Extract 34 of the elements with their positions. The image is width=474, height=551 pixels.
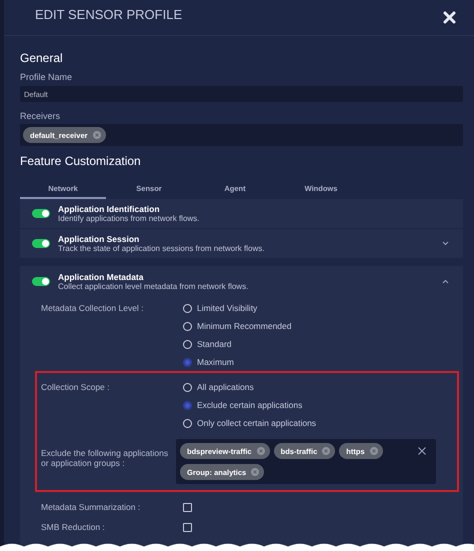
field-label: Receivers [20, 111, 62, 122]
radio-option[interactable]: Limited Visibility [183, 299, 292, 317]
chevron-icon[interactable] [442, 279, 449, 284]
setting-label: Exclude the following applications or application groups : [41, 448, 170, 468]
toggle-switch[interactable] [32, 209, 50, 218]
feature-title: Application Identification [58, 204, 161, 214]
section-heading: General [20, 51, 64, 65]
setting-label: Collection Scope : [41, 381, 111, 394]
feature-title: Application Metadata [58, 272, 144, 282]
feature-description: Identify applications from network flows. [58, 214, 200, 223]
setting-label: Metadata Summarization : [41, 501, 142, 512]
radio-option[interactable]: Maximum [183, 353, 292, 371]
toggle-switch[interactable] [32, 277, 50, 286]
radio-option[interactable]: Standard [183, 335, 292, 353]
dialog-title: EDIT SENSOR PROFILE [35, 7, 182, 22]
radio-icon[interactable] [183, 400, 192, 410]
section-heading: Feature Customization [20, 154, 142, 168]
radio-option[interactable]: Exclude certain applications [183, 396, 316, 414]
clear-icon[interactable] [418, 447, 426, 455]
setting-label: SMB Reduction : [41, 521, 106, 532]
radio-option[interactable]: Minimum Recommended [183, 317, 292, 335]
setting-label: Metadata Collection Level : [41, 302, 145, 315]
checkbox[interactable] [183, 523, 192, 532]
radio-option[interactable]: All applications [183, 378, 316, 396]
chevron-icon[interactable] [442, 241, 449, 246]
feature-description: Track the state of application sessions from network flows. [58, 244, 266, 253]
field-label: Profile Name [20, 72, 74, 83]
feature-description: Collect application level metadata from network flows. [58, 282, 250, 291]
feature-title: Application Session [58, 234, 140, 244]
close-icon[interactable] [443, 11, 456, 24]
radio-option[interactable]: Only collect certain applications [183, 414, 316, 432]
radio-icon[interactable] [183, 358, 192, 366]
toggle-switch[interactable] [32, 239, 50, 248]
checkbox[interactable] [183, 503, 192, 512]
